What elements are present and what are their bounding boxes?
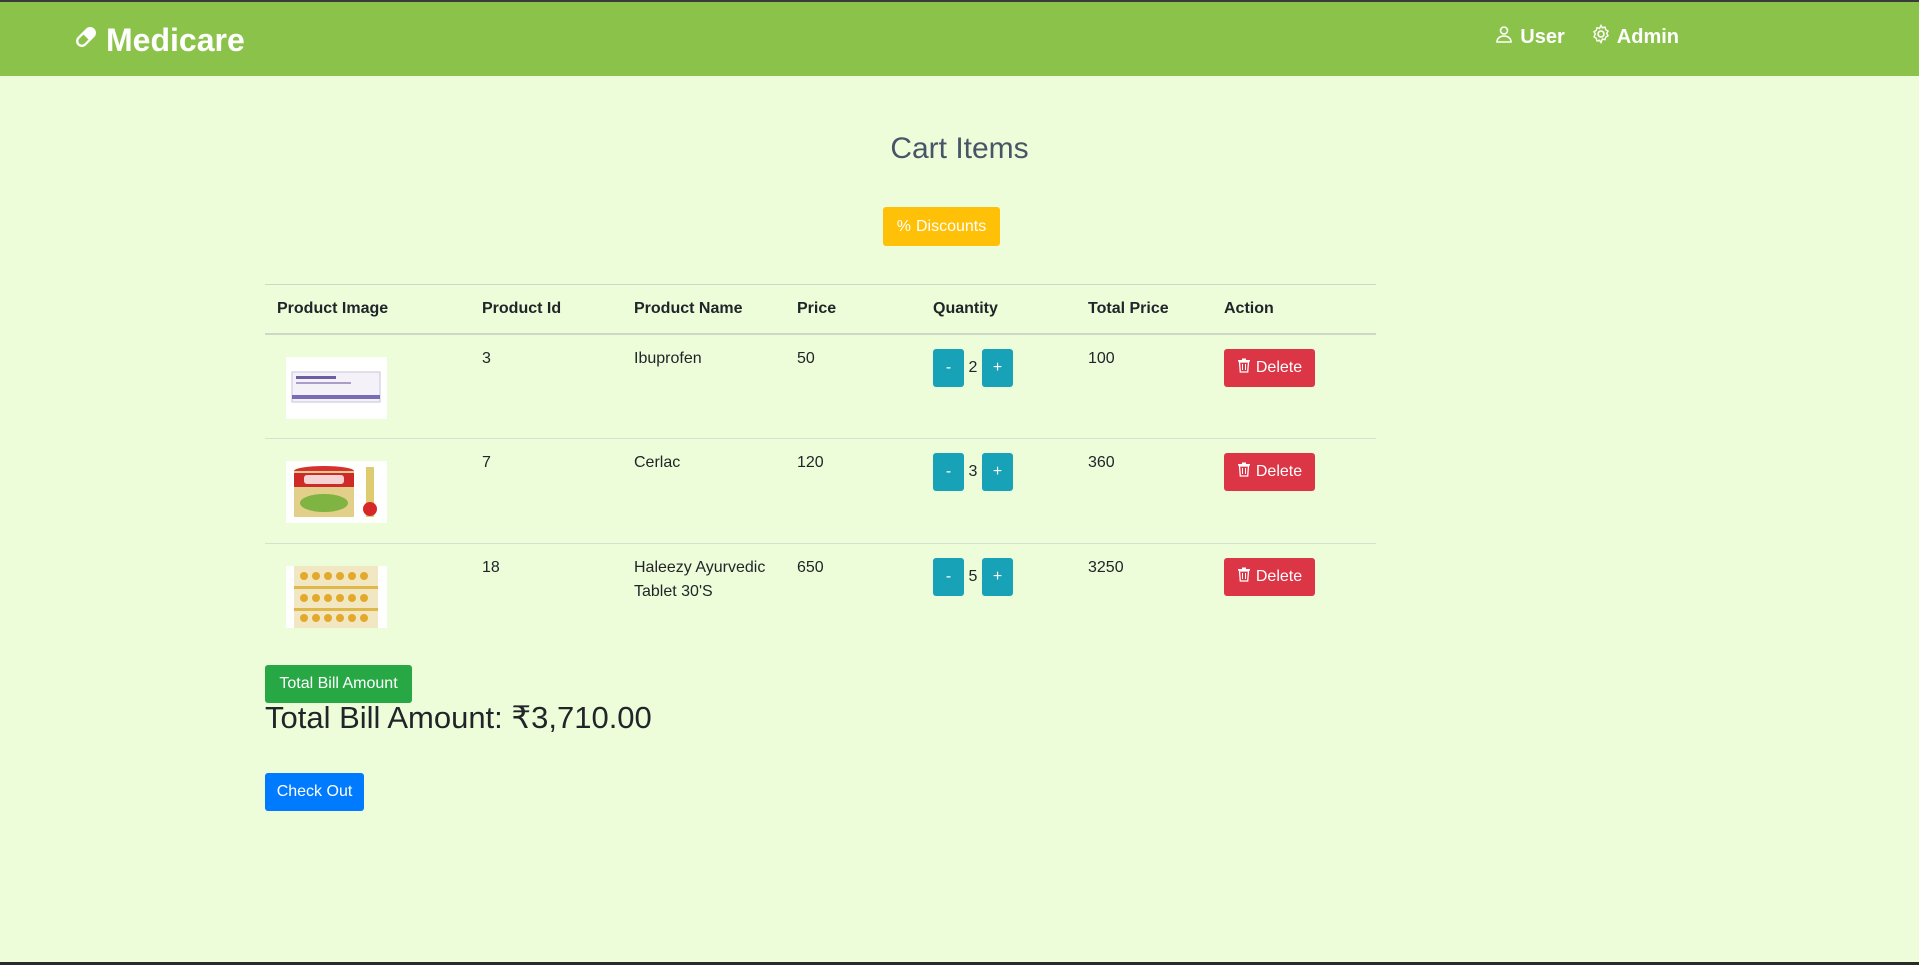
nav-links: User Admin (1494, 24, 1679, 50)
product-total-price: 360 (1076, 438, 1212, 544)
table-row: 3 Ibuprofen 50 - 2 + 100 Delete (265, 333, 1376, 439)
discounts-label: Discounts (915, 217, 987, 235)
quantity-value: 3 (968, 463, 978, 480)
navbar: Medicare User Admin (0, 2, 1919, 76)
increase-button[interactable]: + (982, 453, 1013, 491)
header-quantity: Quantity (921, 284, 1076, 335)
action-cell: Delete (1212, 544, 1376, 649)
product-name: Haleezy Ayurvedic Tablet 30'S (634, 559, 766, 600)
nav-user-label: User (1520, 25, 1565, 48)
delete-button[interactable]: Delete (1224, 348, 1315, 387)
increase-button[interactable]: + (982, 348, 1013, 387)
header-total-price: Total Price (1076, 284, 1212, 335)
trash-icon (1237, 462, 1251, 482)
product-price: 120 (785, 438, 921, 544)
page-title: Cart Items (890, 132, 1029, 165)
table-header-row: Product Image Product Id Product Name Pr… (265, 284, 1376, 335)
delete-button[interactable]: Delete (1224, 558, 1315, 596)
nav-admin-label: Admin (1616, 25, 1679, 48)
action-cell: Delete (1212, 333, 1376, 439)
gear-icon (1591, 24, 1611, 50)
brand-name: Medicare (106, 21, 245, 58)
discounts-button[interactable]: % Discounts (883, 207, 1000, 246)
nav-admin-link[interactable]: Admin (1591, 24, 1679, 50)
quantity-cell: - 5 + (921, 544, 1076, 649)
product-price: 650 (797, 559, 824, 576)
action-cell: Delete (1212, 438, 1376, 544)
trash-icon (1237, 567, 1251, 587)
header-action: Action (1212, 284, 1376, 335)
decrease-button[interactable]: - (933, 453, 964, 491)
delete-button[interactable]: Delete (1224, 453, 1315, 491)
quantity-value: 2 (968, 358, 978, 376)
trash-icon (1237, 358, 1251, 378)
delete-label: Delete (1255, 568, 1303, 585)
checkout-button[interactable]: Check Out (265, 773, 364, 811)
header-product-image: Product Image (265, 284, 470, 335)
product-price: 50 (785, 333, 921, 439)
pill-icon (72, 22, 100, 59)
product-id: 7 (470, 438, 622, 544)
product-total-price: 100 (1076, 333, 1212, 439)
increase-button[interactable]: + (982, 558, 1013, 596)
user-icon (1494, 24, 1514, 50)
product-id: 18 (482, 559, 500, 576)
quantity-stepper: - 3 + (933, 453, 1064, 491)
delete-label: Delete (1255, 463, 1303, 480)
quantity-stepper: - 5 + (933, 558, 1064, 596)
cart-table: Product Image Product Id Product Name Pr… (265, 284, 1376, 649)
quantity-cell: - 3 + (921, 438, 1076, 544)
quantity-value: 5 (968, 568, 978, 585)
total-bill-amount: Total Bill Amount: ₹3,710.00 (265, 700, 652, 735)
decrease-button[interactable]: - (933, 348, 964, 387)
product-name: Cerlac (622, 438, 785, 544)
header-price: Price (785, 284, 921, 335)
header-product-id: Product Id (470, 284, 622, 335)
table-row: 7 Cerlac 120 - 3 + 360 Delete (265, 438, 1376, 544)
product-image-cell (265, 544, 470, 649)
quantity-cell: - 2 + (921, 333, 1076, 439)
product-image (286, 461, 387, 523)
quantity-stepper: - 2 + (933, 348, 1064, 387)
delete-label: Delete (1255, 358, 1303, 376)
product-name: Ibuprofen (622, 333, 785, 439)
product-image-cell (265, 333, 470, 439)
percent-icon: % (896, 217, 911, 235)
brand-link[interactable]: Medicare (72, 20, 245, 60)
product-id: 3 (470, 333, 622, 439)
product-image-cell (265, 438, 470, 544)
table-row: 18 Haleezy Ayurvedic Tablet 30'S 650 - 5… (265, 544, 1376, 649)
nav-user-link[interactable]: User (1494, 24, 1565, 50)
decrease-button[interactable]: - (933, 558, 964, 596)
product-image (286, 356, 387, 419)
product-image (286, 566, 387, 628)
total-bill-button[interactable]: Total Bill Amount (265, 665, 412, 703)
product-total-price: 3250 (1088, 559, 1124, 576)
header-product-name: Product Name (622, 284, 785, 335)
